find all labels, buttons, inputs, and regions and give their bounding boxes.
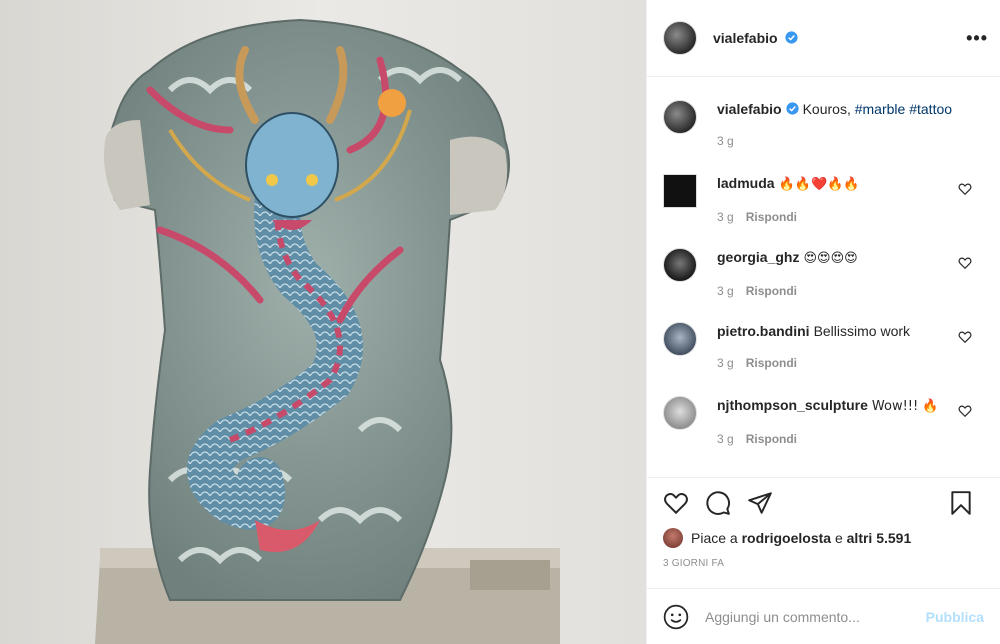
more-icon[interactable]: ••• (966, 28, 988, 49)
like-comment-heart-icon[interactable] (958, 330, 972, 344)
caption-meta: 3 g (717, 132, 952, 150)
verified-icon (786, 102, 799, 115)
author-name-wrap: vialefabio (713, 30, 799, 46)
post-image[interactable] (0, 0, 646, 644)
comment-body: pietro.bandini Bellissimo work 3 g Rispond… (717, 322, 910, 396)
caption-avatar[interactable] (663, 100, 697, 134)
comment-body: njthompson_sculpture Wow!!! 🔥 3 g Rispondi (717, 396, 939, 470)
reply-button[interactable]: Rispondi (746, 356, 797, 370)
caption-username[interactable]: vialefabio (717, 101, 782, 117)
liker-username[interactable]: rodrigoelosta (742, 530, 831, 546)
verified-icon (785, 31, 799, 44)
commenter-avatar[interactable] (663, 322, 697, 356)
author-username[interactable]: vialefabio (713, 30, 778, 46)
sculpture-photo (0, 0, 646, 644)
likes-others-link[interactable]: altri 5.591 (847, 530, 912, 546)
caption-body: vialefabio Kouros, #marble #tattoo 3 g (717, 100, 952, 174)
caption-time: 3 g (717, 134, 734, 148)
reply-button[interactable]: Rispondi (746, 432, 797, 446)
likes-middle: e (834, 530, 843, 546)
post-header: vialefabio ••• (647, 0, 1000, 77)
comments-list[interactable]: vialefabio Kouros, #marble #tattoo 3 g la… (647, 78, 1000, 476)
comment-item: ladmuda 🔥🔥❤️🔥🔥 3 g Rispondi (663, 174, 984, 248)
comment-time: 3 g (717, 210, 734, 224)
liker-avatar[interactable] (663, 528, 683, 548)
like-comment-heart-icon[interactable] (958, 404, 972, 418)
comment-username[interactable]: njthompson_sculpture (717, 397, 868, 413)
comment-username[interactable]: ladmuda (717, 175, 775, 191)
post-dialog: vialefabio ••• vialefabio Kouros, #marble… (0, 0, 1000, 644)
share-icon[interactable] (747, 490, 773, 516)
post-timestamp[interactable]: 3 GIORNI FA (663, 558, 984, 569)
comment-item: georgia_ghz 😍😍😍😍 3 g Rispondi (663, 248, 984, 322)
comment-text: 🔥🔥❤️🔥🔥 (778, 177, 860, 192)
comment-body: georgia_ghz 😍😍😍😍 3 g Rispondi (717, 248, 858, 322)
caption: vialefabio Kouros, #marble #tattoo 3 g (663, 78, 984, 174)
comment-text: Bellissimo work (813, 323, 911, 339)
comment-item: njthompson_sculpture Wow!!! 🔥 3 g Rispondi (663, 396, 984, 470)
comment-time: 3 g (717, 432, 734, 446)
likes-prefix: Piace a (691, 530, 738, 546)
comment-input[interactable] (705, 608, 926, 625)
add-comment-bar: Pubblica (647, 588, 1000, 644)
hashtag-marble[interactable]: #marble (855, 101, 906, 117)
post-actions: Piace a rodrigoelosta e altri 5.591 3 GI… (647, 477, 1000, 569)
comment-icon[interactable] (705, 490, 731, 516)
heart-icon[interactable] (663, 490, 689, 516)
like-comment-heart-icon[interactable] (958, 256, 972, 270)
comment-text: Wow!!! 🔥 (871, 399, 939, 414)
caption-text: Kouros, (802, 101, 855, 117)
comment-meta: 3 g Rispondi (717, 208, 860, 226)
likes-summary: Piace a rodrigoelosta e altri 5.591 (663, 526, 984, 550)
comment-meta: 3 g Rispondi (717, 354, 910, 372)
hashtag-tattoo[interactable]: #tattoo (909, 101, 952, 117)
publish-button[interactable]: Pubblica (926, 609, 984, 625)
post-side-panel: vialefabio ••• vialefabio Kouros, #marble… (646, 0, 1000, 644)
comment-time: 3 g (717, 356, 734, 370)
comment-meta: 3 g Rispondi (717, 430, 939, 448)
reply-button[interactable]: Rispondi (746, 284, 797, 298)
emoji-icon[interactable] (663, 604, 689, 630)
bookmark-icon[interactable] (948, 490, 974, 516)
like-comment-heart-icon[interactable] (958, 182, 972, 196)
comment-item: pietro.bandini Bellissimo work 3 g Rispond… (663, 322, 984, 396)
comment-username[interactable]: pietro.bandini (717, 323, 810, 339)
action-icons-row (663, 478, 984, 528)
commenter-avatar[interactable] (663, 248, 697, 282)
reply-button[interactable]: Rispondi (746, 210, 797, 224)
commenter-avatar[interactable] (663, 396, 697, 430)
commenter-avatar[interactable] (663, 174, 697, 208)
comment-time: 3 g (717, 284, 734, 298)
comment-text: 😍😍😍😍 (803, 251, 858, 266)
comment-username[interactable]: georgia_ghz (717, 249, 799, 265)
author-avatar[interactable] (663, 21, 697, 55)
comment-meta: 3 g Rispondi (717, 282, 858, 300)
comment-body: ladmuda 🔥🔥❤️🔥🔥 3 g Rispondi (717, 174, 860, 248)
